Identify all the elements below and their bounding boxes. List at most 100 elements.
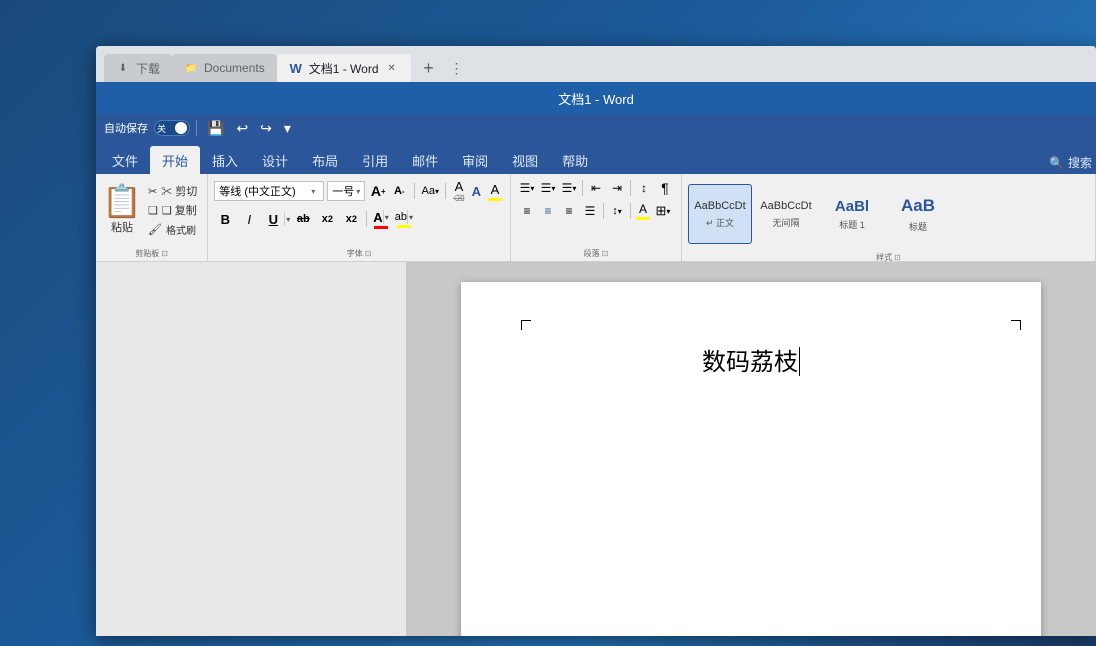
subscript-button[interactable]: x2 [316, 208, 338, 230]
tab-bar: ⬇ 下载 📁 Documents W 文档1 - Word ✕ + ⋮ [96, 46, 1096, 82]
search-text[interactable]: 搜索 [1068, 154, 1092, 171]
outline-button[interactable]: ☰▾ [559, 178, 579, 198]
justify-button[interactable]: ☰ [580, 201, 600, 221]
tab-design[interactable]: 设计 [250, 146, 300, 174]
font-divider-1 [414, 183, 415, 199]
browser-tab-1[interactable]: ⬇ 下载 [104, 54, 172, 82]
line-spacing-button[interactable]: ↕▾ [607, 201, 627, 221]
tab-menu-button[interactable]: ⋮ [443, 54, 471, 82]
underline-button[interactable]: U [262, 208, 284, 230]
sort-button[interactable]: ↕ [634, 178, 654, 198]
decrease-indent-button[interactable]: ⇤ [586, 178, 606, 198]
tab-layout[interactable]: 布局 [300, 146, 350, 174]
highlight-color [488, 198, 502, 201]
strikethrough-button[interactable]: ab [292, 208, 314, 230]
font-group: 等线 (中文正文) ▾ 一号 ▾ A+ A- Aa▾ [208, 174, 511, 261]
tab-references[interactable]: 引用 [350, 146, 400, 174]
style-no-spacing[interactable]: AaBbCcDt 无间隔 [754, 184, 818, 244]
numbering-button[interactable]: ☰▾ [538, 178, 558, 198]
font-size-select[interactable]: 一号 ▾ [327, 181, 365, 201]
text-effects-button[interactable]: A [470, 183, 483, 200]
tab-help[interactable]: 帮助 [550, 146, 600, 174]
superscript-button[interactable]: x2 [340, 208, 362, 230]
font-name-select[interactable]: 等线 (中文正文) ▾ [214, 181, 324, 201]
tab-file[interactable]: 文件 [100, 146, 150, 174]
bold-button[interactable]: B [214, 208, 236, 230]
title-bar: 文档1 - Word [96, 82, 1096, 114]
align-center-button[interactable]: ≡ [538, 201, 558, 221]
font-shrink-button[interactable]: A- [389, 181, 409, 201]
align-left-button[interactable]: ≡ [517, 201, 537, 221]
font-color-button[interactable]: A ▾ [371, 209, 390, 230]
font-row-1: 等线 (中文正文) ▾ 一号 ▾ A+ A- Aa▾ [214, 178, 504, 204]
paragraph-expand-icon[interactable]: ⊡ [602, 249, 609, 258]
copy-button[interactable]: ❑ ❑ 复制 [144, 201, 201, 219]
style-no-spacing-label: 无间隔 [772, 216, 799, 229]
tab-view[interactable]: 视图 [500, 146, 550, 174]
font-divider-3 [366, 211, 367, 227]
font-highlight-dropdown[interactable]: ▾ [407, 210, 413, 224]
style-heading1-preview: AaBl [835, 197, 869, 217]
ribbon-search: 🔍 搜索 [1049, 154, 1092, 174]
clear-formatting-icon: A [455, 179, 464, 194]
subscript-button-group: x2 [316, 208, 338, 230]
autosave-label: 自动保存 [104, 120, 148, 136]
font-grow-button[interactable]: A+ [368, 181, 388, 201]
redo-button[interactable]: ↪ [256, 118, 276, 139]
tab-mailings[interactable]: 邮件 [400, 146, 450, 174]
browser-tab-3[interactable]: W 文档1 - Word ✕ [277, 54, 411, 82]
borders-button[interactable]: ⊞▾ [653, 201, 673, 221]
shading-button[interactable]: A [634, 201, 652, 221]
style-heading1-label: 标题 1 [839, 218, 865, 231]
highlight-icon: A [491, 182, 500, 197]
text-cursor [799, 347, 800, 376]
tab-insert[interactable]: 插入 [200, 146, 250, 174]
font-highlight-color-button[interactable]: ab ▾ [393, 209, 415, 229]
bullets-button[interactable]: ☰▾ [517, 178, 537, 198]
increase-indent-button[interactable]: ⇥ [607, 178, 627, 198]
clipboard-expand-icon[interactable]: ⊡ [161, 249, 168, 258]
autosave-toggle[interactable]: 关 [154, 120, 190, 136]
undo-button[interactable]: ↩ [232, 118, 252, 139]
clipboard-label: 剪贴板 ⊡ [102, 248, 201, 259]
paste-button[interactable]: 📋 粘贴 [102, 182, 142, 238]
cut-button[interactable]: ✂ ✂ 剪切 [144, 182, 201, 200]
align-right-button[interactable]: ≡ [559, 201, 579, 221]
tab-2-label: Documents [204, 61, 265, 75]
style-no-spacing-preview: AaBbCcDt [760, 199, 811, 213]
tab-close-icon[interactable]: ✕ [385, 61, 399, 75]
document-area: 数码荔枝 [96, 262, 1096, 636]
style-normal[interactable]: AaBbCcDt ↵ 正文 [688, 184, 752, 244]
underline-button-group: U ▾ [262, 208, 290, 230]
style-heading1[interactable]: AaBl 标题 1 [820, 184, 884, 244]
change-case-button[interactable]: Aa▾ [420, 181, 440, 201]
font-row-2: B I U ▾ ab x2 [214, 208, 415, 230]
browser-tab-2[interactable]: 📁 Documents [172, 54, 277, 82]
ribbon-content: 📋 粘贴 ✂ ✂ 剪切 ❑ ❑ 复制 [96, 174, 1096, 262]
underline-dropdown[interactable]: ▾ [284, 212, 290, 226]
cut-icon: ✂ [148, 185, 157, 198]
document-page-area: 数码荔枝 [406, 262, 1096, 636]
document-text: 数码荔枝 [702, 349, 798, 376]
italic-button[interactable]: I [238, 208, 260, 230]
format-painter-button[interactable]: 🖌 格式刷 [144, 220, 201, 238]
document-page[interactable]: 数码荔枝 [461, 282, 1041, 636]
font-expand-icon[interactable]: ⊡ [365, 249, 372, 258]
ribbon-tabs: 文件 开始 插入 设计 布局 引用 邮件 审阅 [96, 142, 1096, 174]
font-color-dropdown[interactable]: ▾ [383, 210, 389, 224]
style-heading[interactable]: AaB 标题 [886, 184, 950, 244]
toolbar-separator-1 [196, 120, 197, 136]
tab-home[interactable]: 开始 [150, 146, 200, 174]
copy-icon: ❑ [148, 204, 158, 217]
page-corner-mark-tr [1011, 320, 1021, 330]
style-heading-preview: AaB [901, 195, 935, 217]
paragraph-group: ☰▾ ☰▾ ☰▾ ⇤ ⇥ ↕ ¶ ≡ ≡ ≡ ☰ [511, 174, 682, 261]
clear-formatting-button[interactable]: A ⌫ [451, 178, 466, 204]
new-tab-button[interactable]: + [415, 54, 443, 82]
quick-toolbar-more-button[interactable]: ▾ [280, 118, 295, 139]
tab-review[interactable]: 审阅 [450, 146, 500, 174]
save-button[interactable]: 💾 [203, 118, 228, 139]
highlight-button[interactable]: A [486, 181, 504, 202]
styles-expand-icon[interactable]: ⊡ [894, 253, 901, 262]
show-paragraph-button[interactable]: ¶ [655, 178, 675, 198]
